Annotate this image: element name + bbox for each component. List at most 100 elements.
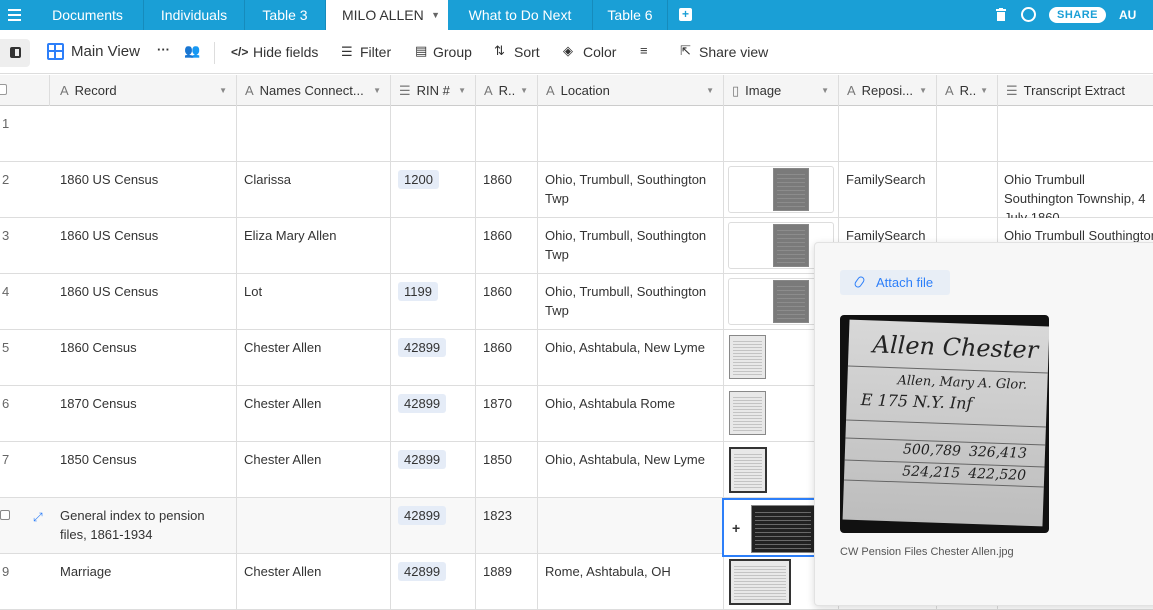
names-cell[interactable]: Chester Allen — [237, 442, 391, 498]
rin-link-pill[interactable]: 1200 — [398, 170, 439, 189]
column-header-record[interactable]: A Record ▼ — [50, 75, 237, 106]
share-view-button[interactable]: Share view — [699, 44, 768, 60]
add-attachment-icon[interactable]: + — [732, 520, 740, 536]
year-cell[interactable]: 1860 — [476, 218, 538, 274]
record-cell[interactable]: 1870 Census — [50, 386, 237, 442]
chevron-down-icon[interactable]: ▼ — [980, 75, 988, 106]
location-cell[interactable] — [538, 498, 724, 554]
rin-link-pill[interactable]: 42899 — [398, 506, 447, 525]
tab-documents[interactable]: Documents — [32, 0, 144, 30]
active-image-cell[interactable]: + — [722, 498, 816, 557]
census-page-thumbnail[interactable] — [773, 280, 809, 323]
column-header-location[interactable]: A Location ▼ — [538, 75, 724, 106]
chevron-down-icon[interactable]: ▼ — [520, 75, 528, 106]
column-header-image[interactable]: ▯ Image ▼ — [724, 75, 839, 106]
sidebar-toggle-button[interactable] — [0, 39, 30, 67]
record-cell[interactable]: 1850 Census — [50, 442, 237, 498]
expand-record-icon[interactable]: ⤢ — [33, 508, 43, 527]
collaborators-icon[interactable]: 👥 — [184, 43, 200, 59]
census-page-thumbnail[interactable] — [773, 224, 809, 267]
rin-cell[interactable]: 1199 — [391, 274, 476, 330]
more-options-icon[interactable]: ··· — [157, 42, 170, 57]
record-cell[interactable]: Marriage — [50, 554, 237, 610]
row-height-icon[interactable]: ≡ — [640, 43, 648, 58]
record-cell[interactable]: 1860 US Census — [50, 218, 237, 274]
column-header-year[interactable]: A R.. ▼ — [476, 75, 538, 106]
location-cell[interactable]: Rome, Ashtabula, OH — [538, 554, 724, 610]
chevron-down-icon[interactable]: ▼ — [458, 75, 466, 106]
rin-cell[interactable]: 42899 — [391, 554, 476, 610]
rin-cell[interactable]: 42899 — [391, 386, 476, 442]
names-cell[interactable]: Chester Allen — [237, 554, 391, 610]
year-cell[interactable]: 1889 — [476, 554, 538, 610]
tab-milo-allen[interactable]: MILO ALLEN ▼ — [326, 0, 448, 31]
history-icon[interactable] — [1021, 7, 1036, 22]
repository-cell[interactable] — [839, 106, 937, 162]
record-cell[interactable]: General index to pension files, 1861-193… — [50, 498, 237, 554]
transcript-cell[interactable]: Ohio Trumbull Southington Township, 4 Ju… — [998, 162, 1153, 218]
repository-cell[interactable]: FamilySearch — [839, 162, 937, 218]
rin-link-pill[interactable]: 1199 — [398, 282, 438, 301]
tab-individuals[interactable]: Individuals — [144, 0, 245, 30]
location-cell[interactable] — [538, 106, 724, 162]
year-cell[interactable]: 1860 — [476, 330, 538, 386]
year-cell[interactable]: 1860 — [476, 162, 538, 218]
column-header-r2[interactable]: A R.. ▼ — [937, 75, 998, 106]
column-header-transcript[interactable]: ☰ Transcript Extract — [998, 75, 1153, 106]
row-checkbox[interactable] — [0, 510, 10, 520]
table-row[interactable]: 2 1860 US Census Clarissa 1200 1860 Ohio… — [0, 162, 1153, 218]
census-page-thumbnail[interactable] — [729, 447, 767, 493]
chevron-down-icon[interactable]: ▼ — [219, 75, 227, 106]
location-cell[interactable]: Ohio, Trumbull, Southington Twp — [538, 218, 724, 274]
sort-button[interactable]: Sort — [514, 44, 540, 60]
names-cell[interactable]: Chester Allen — [237, 386, 391, 442]
chevron-down-icon[interactable]: ▼ — [431, 0, 440, 31]
names-cell[interactable]: Lot — [237, 274, 391, 330]
column-header-names[interactable]: A Names Connect... ▼ — [237, 75, 391, 106]
r2-cell[interactable] — [937, 162, 998, 218]
r2-cell[interactable] — [937, 106, 998, 162]
census-page-thumbnail[interactable] — [773, 168, 809, 211]
pension-card-thumbnail[interactable] — [751, 505, 815, 553]
year-cell[interactable] — [476, 106, 538, 162]
location-cell[interactable]: Ohio, Ashtabula Rome — [538, 386, 724, 442]
tab-table-3[interactable]: Table 3 — [245, 0, 326, 30]
view-name[interactable]: Main View — [71, 43, 140, 60]
user-avatar[interactable]: AU — [1119, 8, 1136, 22]
year-cell[interactable]: 1870 — [476, 386, 538, 442]
rin-link-pill[interactable]: 42899 — [398, 450, 447, 469]
rin-link-pill[interactable]: 42899 — [398, 394, 447, 413]
transcript-cell[interactable] — [998, 106, 1153, 162]
filter-button[interactable]: Filter — [360, 44, 391, 60]
names-cell[interactable]: Clarissa — [237, 162, 391, 218]
rin-cell[interactable]: 1200 — [391, 162, 476, 218]
location-cell[interactable]: Ohio, Trumbull, Southington Twp — [538, 274, 724, 330]
hide-fields-button[interactable]: Hide fields — [253, 44, 318, 60]
attachment-thumbnail-frame[interactable] — [728, 166, 834, 213]
trash-icon[interactable] — [996, 8, 1006, 21]
location-cell[interactable]: Ohio, Ashtabula, New Lyme — [538, 442, 724, 498]
record-cell[interactable]: 1860 US Census — [50, 162, 237, 218]
column-header-rin[interactable]: ☰ RIN # ▼ — [391, 75, 476, 106]
image-cell[interactable] — [724, 162, 839, 218]
chevron-down-icon[interactable]: ▼ — [706, 75, 714, 106]
tab-table-6[interactable]: Table 6 — [593, 0, 668, 30]
names-cell[interactable]: Eliza Mary Allen — [237, 218, 391, 274]
rin-cell[interactable]: 42899 — [391, 330, 476, 386]
record-cell[interactable] — [50, 106, 237, 162]
share-button[interactable]: SHARE — [1049, 7, 1106, 23]
names-cell[interactable]: Chester Allen — [237, 330, 391, 386]
record-cell[interactable]: 1860 US Census — [50, 274, 237, 330]
column-header-repository[interactable]: A Reposi... ▼ — [839, 75, 937, 106]
rin-link-pill[interactable]: 42899 — [398, 562, 447, 581]
year-cell[interactable]: 1850 — [476, 442, 538, 498]
attachment-preview-image[interactable]: Allen Chester Allen, Mary A. Glor. E 175… — [840, 315, 1049, 533]
attach-file-button[interactable]: Attach file — [840, 270, 950, 295]
record-cell[interactable]: 1860 Census — [50, 330, 237, 386]
census-page-thumbnail[interactable] — [729, 391, 766, 435]
table-row[interactable]: 1 — [0, 106, 1153, 162]
group-button[interactable]: Group — [433, 44, 472, 60]
marriage-record-thumbnail[interactable] — [729, 559, 791, 605]
names-cell[interactable] — [237, 498, 391, 554]
add-table-icon[interactable]: + — [679, 8, 692, 21]
